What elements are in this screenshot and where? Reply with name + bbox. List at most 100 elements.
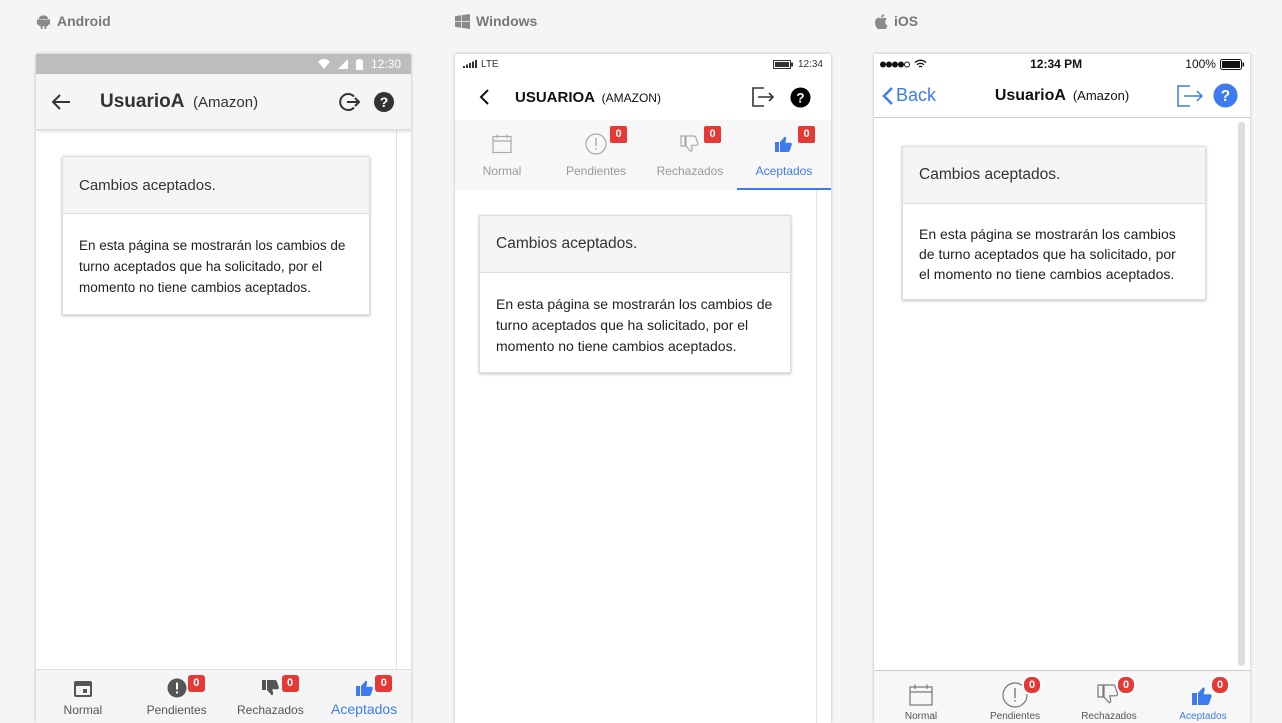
ios-status-battery: 100% [1185, 57, 1216, 71]
android-title-company: (Amazon) [193, 93, 259, 111]
tab-rechazados[interactable]: 0 Rechazados [643, 120, 737, 190]
apple-logo-icon [874, 13, 888, 29]
wifi-icon [317, 59, 330, 69]
nav-label: Aceptados [331, 701, 398, 717]
back-chevron-icon[interactable] [479, 89, 489, 105]
android-bottom-nav: Normal 0 Pendientes 0 Rechazados 0 Acept… [36, 669, 411, 723]
logout-icon[interactable] [339, 91, 361, 113]
tab-label: Rechazados [1081, 711, 1137, 722]
tab-label: Aceptados [755, 164, 813, 178]
tab-aceptados[interactable]: 0 Aceptados [1156, 671, 1250, 723]
nav-item-normal[interactable]: Normal [36, 670, 130, 723]
card-body: En esta página se mostrarán los cambios … [79, 238, 346, 295]
thumbs-down-icon [262, 680, 280, 696]
svg-text:?: ? [380, 94, 389, 110]
tab-normal[interactable]: Normal [874, 671, 968, 723]
wifi-icon [914, 59, 927, 68]
windows-label-text: Windows [476, 13, 538, 29]
ios-phone: 12:34 PM 100% Back UsuarioA (Amazon) ? C… [874, 54, 1250, 723]
svg-text:?: ? [796, 90, 804, 105]
card-title: Cambios aceptados. [903, 147, 1205, 204]
android-label: Android [36, 13, 111, 29]
signal-dots-icon [880, 61, 910, 67]
tab-pendientes[interactable]: 0 Pendientes [968, 671, 1062, 723]
battery-icon [355, 58, 363, 70]
android-app-bar: UsuarioA (Amazon) ? [36, 74, 411, 130]
pending-badge: 0 [1022, 675, 1042, 695]
ios-label-text: iOS [894, 13, 919, 29]
nav-label: Rechazados [237, 703, 304, 717]
android-logo-icon [36, 14, 51, 29]
card-title: Cambios aceptados. [63, 157, 369, 214]
tab-aceptados[interactable]: 0 Aceptados [737, 120, 831, 190]
android-status-time: 12:30 [370, 57, 401, 71]
back-arrow-icon[interactable] [52, 93, 70, 110]
help-icon[interactable]: ? [790, 86, 811, 108]
windows-app-bar: USUARIOA (AMAZON) ? [455, 74, 831, 120]
exclamation-icon [585, 133, 607, 155]
scrollbar[interactable] [1238, 122, 1245, 666]
back-button[interactable]: Back [882, 85, 936, 106]
tab-label: Aceptados [1179, 711, 1227, 722]
accepted-badge: 0 [375, 675, 393, 692]
nav-item-aceptados[interactable]: 0 Aceptados [317, 670, 411, 723]
thumbs-down-icon [680, 135, 699, 152]
tab-rechazados[interactable]: 0 Rechazados [1062, 671, 1156, 723]
windows-content: Cambios aceptados. En esta página se mos… [455, 190, 817, 723]
ios-tab-bar: Normal 0 Pendientes 0 Rechazados 0 Acept… [874, 670, 1250, 723]
rejected-badge: 0 [281, 675, 299, 692]
android-label-text: Android [57, 13, 111, 29]
android-content: Cambios aceptados. En esta página se mos… [36, 130, 397, 669]
windows-status-bar: LTE 12:34 [455, 54, 831, 74]
card-title: Cambios aceptados. [480, 216, 790, 273]
ios-nav-bar: Back UsuarioA (Amazon) ? [874, 74, 1250, 118]
windows-title-company: (AMAZON) [601, 90, 661, 105]
pending-badge: 0 [610, 126, 627, 143]
rejected-badge: 0 [704, 126, 721, 143]
logout-icon[interactable] [1177, 84, 1203, 107]
accepted-changes-card: Cambios aceptados. En esta página se mos… [902, 146, 1206, 300]
nav-label: Normal [63, 703, 103, 717]
card-body: En esta página se mostrarán los cambios … [496, 296, 773, 354]
ios-title-user: UsuarioA [994, 86, 1066, 104]
card-body: En esta página se mostrarán los cambios … [919, 226, 1176, 282]
windows-tab-bar: Normal 0 Pendientes 0 Rechazados 0 Acept… [455, 120, 831, 190]
help-icon[interactable]: ? [373, 91, 395, 113]
exclamation-icon [167, 678, 187, 698]
back-chevron-icon [882, 86, 893, 105]
accepted-badge: 0 [1210, 675, 1230, 695]
tab-normal[interactable]: Normal [455, 120, 549, 190]
signal-icon [337, 59, 348, 69]
thumbs-up-icon [775, 136, 792, 152]
windows-title-user: USUARIOA [515, 88, 595, 106]
calendar-icon [492, 134, 512, 154]
nav-item-pendientes[interactable]: 0 Pendientes [130, 670, 224, 723]
nav-label: Pendientes [146, 703, 207, 717]
calendar-icon [73, 681, 92, 697]
ios-label: iOS [874, 13, 918, 29]
android-title-user: UsuarioA [100, 90, 184, 112]
rejected-badge: 0 [1116, 675, 1136, 695]
calendar-icon [909, 684, 933, 706]
windows-logo-icon [455, 13, 470, 29]
back-label: Back [896, 85, 937, 105]
accepted-badge: 0 [798, 126, 815, 143]
windows-page-title: USUARIOA (AMAZON) [515, 89, 661, 106]
nav-item-rechazados[interactable]: 0 Rechazados [224, 670, 318, 723]
pending-badge: 0 [187, 675, 205, 692]
tab-label: Normal [482, 164, 522, 178]
battery-icon [772, 59, 793, 69]
tab-label: Normal [904, 711, 938, 722]
ios-status-time: 12:34 PM [1030, 57, 1083, 71]
tab-label: Pendientes [565, 164, 627, 178]
tab-pendientes[interactable]: 0 Pendientes [549, 120, 643, 190]
android-phone: 12:30 UsuarioA (Amazon) ? Cambios acepta… [36, 54, 411, 723]
logout-icon[interactable] [752, 87, 774, 107]
android-status-bar: 12:30 [36, 54, 411, 74]
help-icon[interactable]: ? [1213, 83, 1238, 108]
windows-status-time: 12:34 [797, 58, 823, 70]
windows-status-network: LTE [481, 58, 499, 70]
battery-icon [1219, 58, 1244, 70]
signal-bars-icon [463, 60, 477, 68]
windows-phone: LTE 12:34 USUARIOA (AMAZON) ? Normal 0 P… [455, 54, 831, 723]
